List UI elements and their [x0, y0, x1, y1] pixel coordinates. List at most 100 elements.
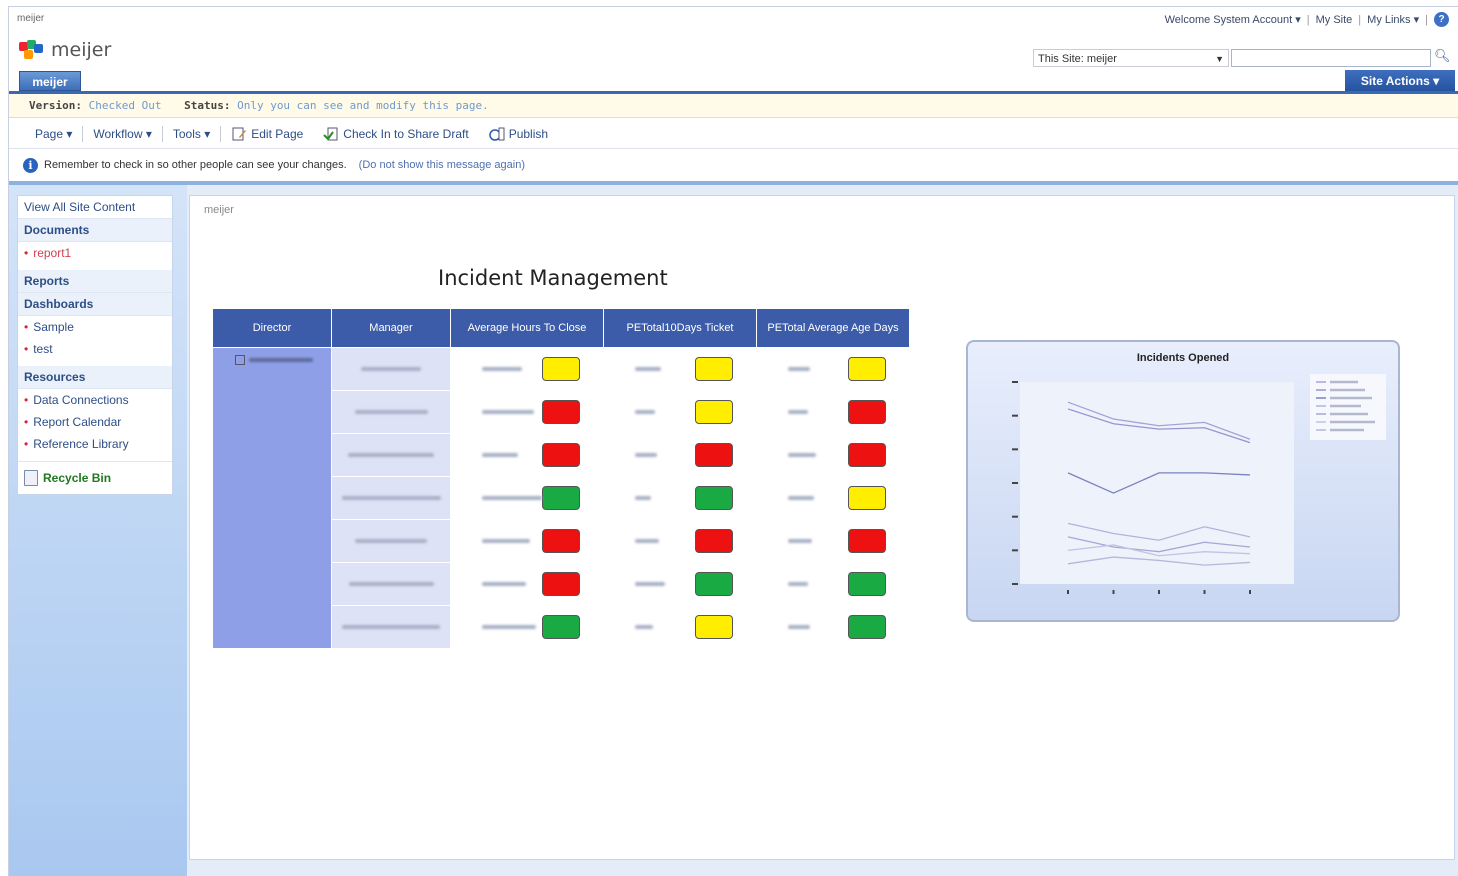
redacted-text — [635, 625, 653, 629]
page-status-bar: Version: Checked Out Status: Only you ca… — [9, 94, 1458, 118]
manager-cell[interactable] — [331, 562, 451, 606]
workflow-menu[interactable]: Workflow ▾ — [83, 123, 161, 145]
redacted-text — [788, 453, 816, 457]
ql-item-data-connections[interactable]: Data Connections — [18, 389, 172, 411]
version-label: Version: — [29, 99, 82, 112]
ql-item-report1[interactable]: report1 — [18, 242, 172, 264]
metric-cell — [450, 347, 604, 391]
view-all-site-content-link[interactable]: View All Site Content — [18, 196, 172, 219]
edit-page-button[interactable]: Edit Page — [221, 123, 313, 145]
quick-launch: View All Site Content Documents report1 … — [17, 195, 173, 495]
ql-item-report-calendar[interactable]: Report Calendar — [18, 411, 172, 433]
page-menu[interactable]: Page ▾ — [25, 123, 82, 145]
left-navigation-area: View All Site Content Documents report1 … — [9, 185, 187, 876]
version-value: Checked Out — [88, 99, 162, 112]
status-indicator-yellow — [695, 400, 733, 424]
column-header-director: Director — [212, 308, 332, 348]
metric-cell — [450, 390, 604, 434]
metric-cell — [603, 433, 757, 477]
ql-item-reference-library[interactable]: Reference Library — [18, 433, 172, 455]
ql-heading-dashboards[interactable]: Dashboards — [18, 293, 172, 316]
ql-item-sample[interactable]: Sample — [18, 316, 172, 338]
manager-cell[interactable] — [331, 433, 451, 477]
column-header-average-hours: Average Hours To Close — [450, 308, 604, 348]
check-in-button[interactable]: Check In to Share Draft — [313, 123, 478, 145]
manager-cell[interactable] — [331, 605, 451, 649]
tab-meijer[interactable]: meijer — [19, 71, 81, 91]
metric-cell — [756, 390, 910, 434]
status-indicator-red — [848, 400, 886, 424]
manager-cell[interactable] — [331, 347, 451, 391]
status-indicator-red — [848, 443, 886, 467]
metric-cell — [603, 605, 757, 649]
redacted-text — [341, 496, 441, 501]
status-indicator-red — [542, 443, 580, 467]
ql-heading-documents[interactable]: Documents — [18, 219, 172, 242]
welcome-menu-area: Welcome System Account ▾ | My Site | My … — [1165, 12, 1449, 27]
site-title: meijer — [51, 39, 112, 61]
manager-cell[interactable] — [331, 519, 451, 563]
metric-cell — [756, 519, 910, 563]
metric-cell — [603, 347, 757, 391]
check-in-label: Check In to Share Draft — [343, 126, 469, 141]
status-indicator-green — [695, 486, 733, 510]
search-input[interactable] — [1231, 49, 1431, 67]
metric-cell — [450, 519, 604, 563]
publish-label: Publish — [508, 126, 549, 141]
manager-cell[interactable] — [331, 476, 451, 520]
recycle-bin-link[interactable]: Recycle Bin — [18, 461, 172, 488]
status-indicator-yellow — [695, 357, 733, 381]
site-logo[interactable]: meijer — [19, 39, 111, 61]
redacted-text — [788, 625, 810, 629]
ql-item-test[interactable]: test — [18, 338, 172, 360]
meijer-logo-icon — [19, 40, 45, 60]
status-indicator-red — [695, 443, 733, 467]
status-value: Only you can see and modify this page. — [237, 99, 489, 112]
tools-menu[interactable]: Tools ▾ — [163, 123, 220, 145]
message-bar: i Remember to check in so other people c… — [9, 150, 1458, 180]
metric-cell — [756, 476, 910, 520]
chevron-down-icon: ▼ — [1215, 54, 1224, 64]
incidents-opened-chart: Incidents Opened — [966, 340, 1400, 622]
my-links-menu[interactable]: My Links ▾ — [1367, 13, 1419, 26]
redacted-text — [482, 453, 518, 457]
search-scope-dropdown[interactable]: This Site: meijer ▼ — [1033, 49, 1229, 67]
ql-heading-reports[interactable]: Reports — [18, 270, 172, 293]
search-icon[interactable]: 🔍︎ — [1434, 48, 1452, 66]
redacted-text — [482, 582, 526, 586]
metric-cell — [450, 476, 604, 520]
metric-cell — [756, 562, 910, 606]
redacted-text — [635, 410, 655, 414]
manager-cell[interactable] — [331, 390, 451, 434]
status-indicator-yellow — [542, 357, 580, 381]
redacted-text — [354, 410, 428, 415]
metric-cell — [603, 390, 757, 434]
metric-cell — [756, 605, 910, 649]
status-indicator-yellow — [848, 357, 886, 381]
dismiss-message-link[interactable]: (Do not show this message again) — [359, 159, 525, 171]
content-breadcrumb[interactable]: meijer — [204, 204, 234, 216]
publish-button[interactable]: Publish — [479, 123, 558, 145]
ql-heading-resources[interactable]: Resources — [18, 366, 172, 389]
publish-icon — [488, 127, 505, 141]
redacted-text — [355, 539, 427, 544]
site-actions-button[interactable]: Site Actions ▾ — [1345, 70, 1455, 92]
page-editing-toolbar: Page ▾ Workflow ▾ Tools ▾ Edit Page Chec… — [9, 119, 1458, 149]
global-breadcrumb[interactable]: meijer — [17, 13, 44, 24]
column-header-manager: Manager — [331, 308, 451, 348]
redacted-text — [635, 496, 651, 500]
redacted-text — [482, 367, 522, 371]
status-indicator-red — [542, 400, 580, 424]
redacted-text — [249, 358, 313, 362]
separator: | — [1306, 13, 1310, 26]
expand-toggle-icon[interactable] — [235, 355, 245, 365]
status-indicator-yellow — [848, 486, 886, 510]
redacted-text — [788, 582, 808, 586]
my-site-link[interactable]: My Site — [1316, 14, 1353, 26]
check-in-icon — [323, 127, 338, 141]
column-header-10days-ticket: PETotal10Days Ticket — [603, 308, 757, 348]
help-icon[interactable]: ? — [1434, 12, 1449, 27]
edit-page-icon — [232, 127, 247, 140]
status-indicator-red — [542, 572, 580, 596]
welcome-menu[interactable]: Welcome System Account ▾ — [1165, 13, 1301, 26]
